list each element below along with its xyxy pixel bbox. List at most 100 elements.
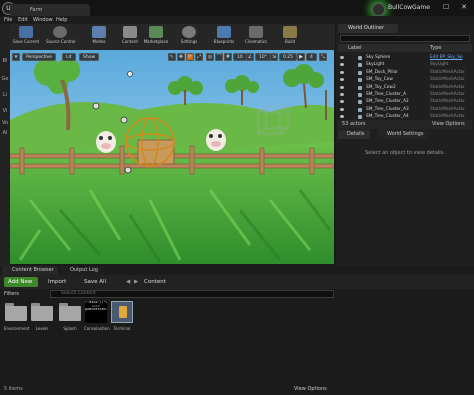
save-all-button[interactable]: Save All — [80, 277, 110, 287]
output-log-tab[interactable]: Output Log — [60, 266, 104, 275]
font-glyphs-icon: !"#$%&'()*+,-./0123456789:;<=>?@ABCDEFGH… — [85, 301, 107, 323]
modes-button[interactable]: Modes — [85, 24, 113, 50]
world-outliner-tab[interactable]: World Outliner — [338, 24, 398, 33]
visibility-eye-icon[interactable] — [340, 63, 344, 67]
world-settings-tab[interactable]: World Settings — [378, 130, 430, 139]
mode-tab-geometry[interactable]: Ge — [0, 76, 10, 82]
asset-folder-environment[interactable]: Environment — [4, 303, 30, 331]
import-button[interactable]: Import — [44, 277, 70, 287]
surface-snap-icon[interactable]: ⌒ — [215, 53, 223, 61]
camera-speed-icon[interactable]: ▶ — [297, 53, 305, 61]
build-button[interactable]: Build — [276, 24, 304, 50]
blueprint-thumbnail-icon — [111, 301, 133, 323]
select-mode-icon[interactable]: ↖ — [168, 53, 176, 61]
path-content[interactable]: Content — [140, 277, 170, 287]
maximize-button[interactable]: ☐ — [438, 2, 454, 12]
filters-button[interactable]: Filters — [4, 291, 19, 297]
actor-count: 53 actors — [342, 121, 366, 127]
menu-window[interactable]: Window — [33, 16, 53, 24]
project-badge-icon[interactable] — [372, 3, 385, 16]
asset-blueprint-terminal[interactable]: Terminal — [110, 301, 134, 331]
viewport-options-button[interactable]: ▾ — [12, 53, 20, 61]
outliner-search-input[interactable] — [340, 35, 470, 42]
translate-icon[interactable]: ✥ — [177, 53, 185, 61]
visibility-eye-icon[interactable] — [340, 100, 344, 104]
asset-folder-levels[interactable]: Levels — [30, 303, 54, 331]
mode-tab-all[interactable]: Al — [0, 130, 10, 136]
visibility-eye-icon[interactable] — [340, 115, 344, 119]
maximize-viewport-icon[interactable]: ⤡ — [319, 53, 327, 61]
outliner-row[interactable]: SM_Dock_Pillar StaticMeshActor — [338, 69, 472, 76]
build-icon — [283, 26, 297, 38]
asset-font-consolastion[interactable]: !"#$%&'()*+,-./0123456789:;<=>?@ABCDEFGH… — [84, 301, 110, 331]
source-control-button[interactable]: Source Control — [46, 24, 75, 50]
outliner-row[interactable]: SM_Toy_Cow2 StaticMeshActor — [338, 84, 472, 91]
close-button[interactable]: ✕ — [456, 2, 472, 12]
minimize-button[interactable]: – — [420, 2, 436, 12]
visibility-eye-icon[interactable] — [340, 78, 344, 82]
content-button[interactable]: Content — [116, 24, 144, 50]
visibility-eye-icon[interactable] — [340, 70, 344, 74]
actor-icon — [358, 56, 362, 60]
visibility-eye-icon[interactable] — [340, 56, 344, 59]
outliner-row[interactable]: SM_Tree_Cluster_A StaticMeshActor — [338, 91, 472, 98]
rotate-icon[interactable]: ⟳ — [186, 53, 194, 61]
outliner-row[interactable]: SM_Tree_Cluster_A2 StaticMeshActor — [338, 98, 472, 105]
outliner-col-type[interactable]: Type — [430, 44, 441, 52]
mode-tab-lights[interactable]: Li — [0, 92, 10, 98]
outliner-view-options[interactable]: View Options — [432, 120, 465, 129]
edit-blueprint-link[interactable]: Edit BP_Sky_Sp — [430, 54, 463, 61]
add-new-button[interactable]: Add New — [4, 277, 38, 287]
content-view-options[interactable]: View Options — [294, 386, 327, 392]
actor-icon — [358, 70, 362, 75]
save-icon — [19, 26, 33, 38]
scale-icon[interactable]: ⤢ — [195, 53, 203, 61]
folder-icon — [31, 303, 53, 321]
actor-icon — [358, 85, 362, 90]
menu-file[interactable]: File — [4, 16, 12, 24]
show-button[interactable]: Show — [79, 53, 100, 61]
level-viewport[interactable] — [10, 50, 334, 264]
actor-icon — [358, 78, 362, 83]
blueprints-button[interactable]: Blueprints — [210, 24, 238, 50]
cinematics-button[interactable]: Cinematics — [242, 24, 270, 50]
scale-snap-icon[interactable]: ⇲ — [270, 53, 278, 61]
content-search-input[interactable]: Search Content — [50, 290, 334, 298]
menu-edit[interactable]: Edit — [18, 16, 28, 24]
asset-folder-splash[interactable]: Splash — [58, 303, 82, 331]
lit-button[interactable]: Lit — [62, 53, 76, 61]
visibility-eye-icon[interactable] — [340, 85, 344, 89]
perspective-button[interactable]: Perspective — [22, 53, 57, 61]
outliner-row[interactable]: SM_Toy_Cow StaticMeshActor — [338, 76, 472, 83]
outliner-col-label[interactable]: Label — [348, 44, 362, 52]
grid-snap-icon[interactable]: # — [224, 53, 232, 61]
lit-label: Lit — [66, 55, 72, 60]
marketplace-icon — [149, 26, 163, 38]
outliner-row[interactable]: Sky Sphere Edit BP_Sky_Sp — [338, 54, 472, 61]
folder-icon — [59, 303, 81, 321]
save-current-button[interactable]: Save Current — [12, 24, 40, 50]
scale-snap-value[interactable]: 0.25 — [279, 53, 298, 61]
import-label: Import — [48, 279, 67, 285]
visibility-eye-icon[interactable] — [340, 93, 344, 96]
outliner-row[interactable]: SkyLight SkyLight — [338, 61, 472, 68]
level-tab[interactable]: Farm — [10, 4, 90, 16]
path-content-label: Content — [144, 279, 166, 285]
settings-button[interactable]: Settings — [175, 24, 203, 50]
outliner-row[interactable]: SM_Tree_Cluster_A3 StaticMeshActor — [338, 106, 472, 113]
details-tab[interactable]: Details — [338, 130, 371, 139]
visibility-eye-icon[interactable] — [340, 107, 344, 111]
viewport-scene — [10, 50, 334, 264]
grid-snap-value[interactable]: 10 — [233, 53, 247, 61]
mode-tab-basic[interactable]: Bl — [0, 58, 10, 64]
camera-speed-value[interactable]: 4 — [306, 53, 317, 61]
menu-help[interactable]: Help — [56, 16, 67, 24]
mode-tab-visual[interactable]: Vi — [0, 108, 10, 114]
rotation-snap-value[interactable]: 10° — [255, 53, 271, 61]
content-browser-tab[interactable]: Content Browser — [2, 266, 58, 275]
mode-tab-volumes[interactable]: Vo — [0, 120, 10, 126]
marketplace-button[interactable]: Marketplace — [142, 24, 170, 50]
source-control-icon — [53, 26, 67, 38]
rotation-snap-icon[interactable]: ∠ — [246, 53, 254, 61]
world-space-icon[interactable]: ◎ — [206, 53, 214, 61]
